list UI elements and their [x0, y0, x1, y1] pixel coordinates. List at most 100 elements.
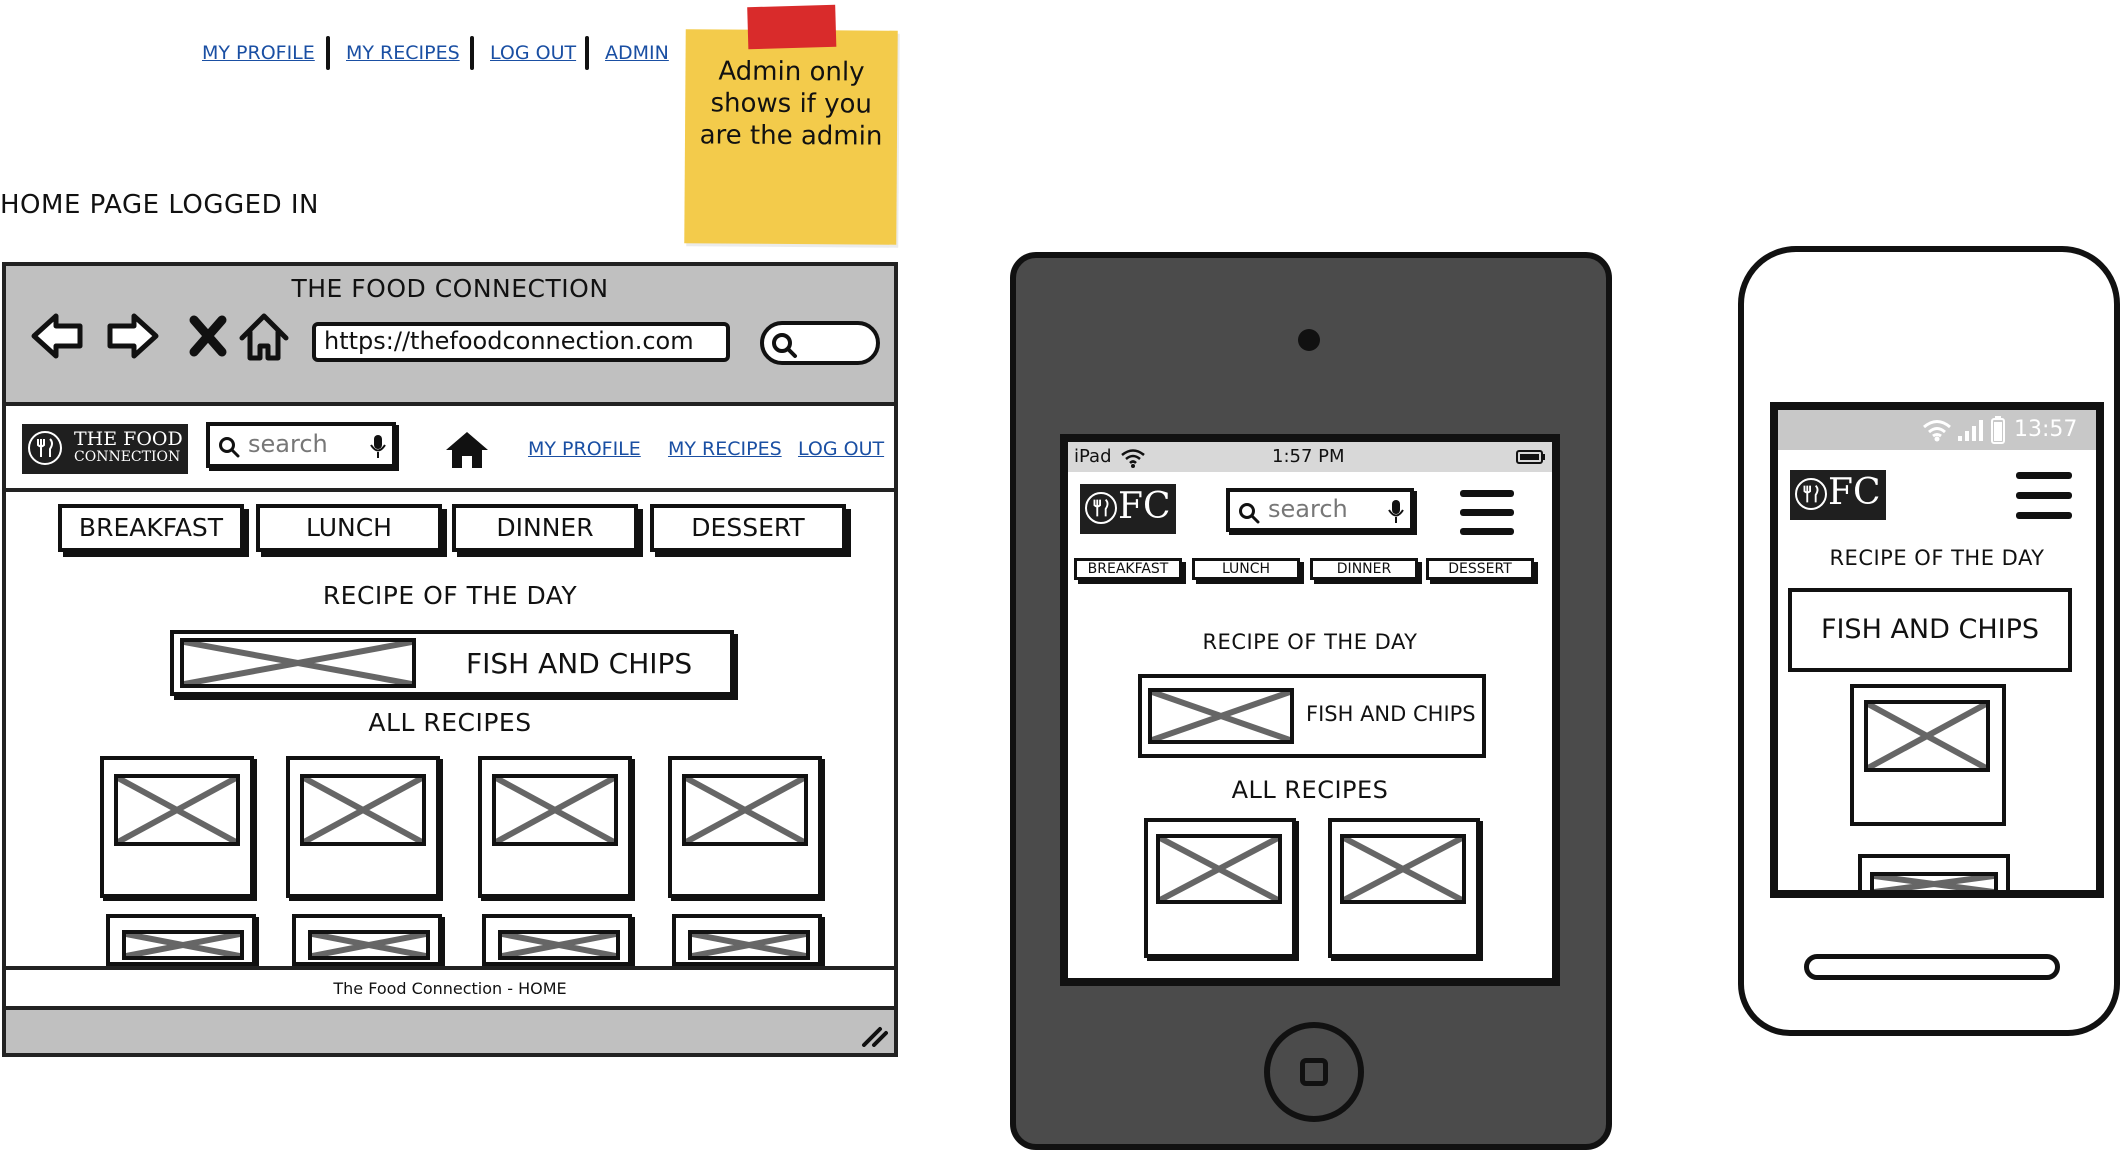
page-label: HOME PAGE LOGGED IN	[0, 190, 319, 220]
site-logo[interactable]: THE FOOD CONNECTION	[22, 424, 188, 474]
recipe-of-the-day-title: RECIPE OF THE DAY	[1829, 546, 2045, 570]
site-footer: The Food Connection - HOME	[6, 966, 894, 1010]
header-link-my-profile[interactable]: MY PROFILE	[528, 438, 641, 460]
recipe-card-partial[interactable]	[672, 914, 822, 966]
logo-line-2: CONNECTION	[74, 449, 181, 465]
featured-recipe-card[interactable]: FISH AND CHIPS	[1138, 674, 1486, 758]
annotation-nav: MY PROFILE MY RECIPES LOG OUT ADMIN	[0, 36, 680, 70]
logo-text: FC	[1828, 472, 1881, 513]
battery-icon	[1991, 416, 2005, 444]
cutlery-logo-icon	[1085, 492, 1117, 524]
image-placeholder	[492, 774, 618, 846]
ipad-device: iPad 1:57 PM FC search BREAKFAST LUNCH D…	[1010, 252, 1612, 1150]
search-icon	[772, 333, 797, 358]
search-icon	[219, 437, 240, 458]
header-link-my-recipes[interactable]: MY RECIPES	[668, 438, 782, 460]
all-recipes-title: ALL RECIPES	[1231, 776, 1389, 804]
recipe-card[interactable]	[1850, 684, 2006, 826]
battery-icon	[1516, 450, 1545, 464]
home-icon[interactable]	[234, 306, 294, 366]
category-dessert-button[interactable]: DESSERT	[650, 504, 846, 552]
hamburger-menu-icon[interactable]	[1460, 490, 1514, 536]
image-placeholder	[1156, 834, 1282, 904]
browser-search-field[interactable]	[760, 321, 880, 365]
ipad-screen: iPad 1:57 PM FC search BREAKFAST LUNCH D…	[1060, 434, 1560, 986]
recipe-card[interactable]	[478, 756, 632, 898]
annotation-nav-my-recipes[interactable]: MY RECIPES	[346, 36, 460, 70]
category-lunch-button[interactable]: LUNCH	[256, 504, 442, 552]
recipe-card-partial[interactable]	[292, 914, 442, 966]
category-dinner-button[interactable]: DINNER	[452, 504, 638, 552]
recipe-of-the-day-title: RECIPE OF THE DAY	[322, 581, 578, 610]
featured-recipe-name: FISH AND CHIPS	[466, 647, 693, 680]
desktop-browser-window: THE FOOD CONNECTION https://thefoodconne…	[2, 262, 898, 1057]
forward-arrow-icon[interactable]	[102, 306, 162, 366]
microphone-icon[interactable]	[370, 434, 386, 460]
phone-speaker-bar	[1804, 954, 2060, 980]
search-icon	[1239, 503, 1260, 524]
recipe-card[interactable]	[100, 756, 254, 898]
site-header: THE FOOD CONNECTION search MY PROFILE MY…	[6, 410, 894, 492]
category-lunch-button[interactable]: LUNCH	[1192, 558, 1300, 580]
search-placeholder: search	[248, 430, 328, 458]
all-recipes-title: ALL RECIPES	[368, 708, 532, 737]
image-placeholder	[1340, 834, 1466, 904]
search-placeholder: search	[1268, 495, 1348, 523]
search-input[interactable]: search	[206, 422, 396, 468]
image-placeholder	[1870, 872, 1998, 890]
recipe-card-partial[interactable]	[106, 914, 256, 966]
recipe-of-the-day-title: RECIPE OF THE DAY	[1202, 630, 1418, 654]
featured-recipe-card[interactable]: FISH AND CHIPS	[170, 630, 734, 696]
image-placeholder	[1148, 688, 1294, 744]
phone-screen: 13:57 FC RECIPE OF THE DAY FISH AND CHIP…	[1770, 402, 2104, 898]
site-logo[interactable]: FC	[1080, 484, 1176, 534]
annotation-nav-log-out[interactable]: LOG OUT	[490, 36, 576, 70]
microphone-icon[interactable]	[1388, 499, 1404, 525]
status-time: 13:57	[2014, 417, 2078, 442]
ipad-status-bar: iPad 1:57 PM	[1068, 442, 1552, 472]
annotation-nav-my-profile[interactable]: MY PROFILE	[202, 36, 315, 70]
nav-separator	[585, 36, 589, 70]
sticky-note: Admin only shows if you are the admin	[684, 4, 898, 245]
ipad-home-button[interactable]	[1264, 1022, 1364, 1122]
phone-device: 13:57 FC RECIPE OF THE DAY FISH AND CHIP…	[1738, 246, 2120, 1036]
hamburger-menu-icon[interactable]	[2016, 472, 2072, 520]
browser-status-bar	[6, 1010, 894, 1053]
sticky-note-text: Admin only shows if you are the admin	[699, 56, 883, 152]
recipe-card[interactable]	[1144, 818, 1296, 958]
image-placeholder	[688, 930, 810, 960]
site-logo[interactable]: FC	[1790, 470, 1886, 520]
category-breakfast-button[interactable]: BREAKFAST	[58, 504, 244, 552]
nav-separator	[326, 36, 330, 70]
camera-icon	[1298, 329, 1320, 351]
image-placeholder	[308, 930, 430, 960]
header-link-log-out[interactable]: LOG OUT	[798, 438, 884, 460]
image-placeholder	[498, 930, 620, 960]
home-icon[interactable]	[444, 430, 490, 470]
recipe-card[interactable]	[668, 756, 822, 898]
image-placeholder	[180, 638, 416, 688]
image-placeholder	[114, 774, 240, 846]
url-bar[interactable]: https://thefoodconnection.com	[312, 322, 730, 362]
nav-separator	[470, 36, 474, 70]
category-dinner-button[interactable]: DINNER	[1310, 558, 1418, 580]
resize-grip-icon[interactable]	[856, 1023, 888, 1047]
featured-recipe-card[interactable]: FISH AND CHIPS	[1788, 588, 2072, 672]
signal-icon	[1958, 420, 1983, 441]
footer-text: The Food Connection - HOME	[333, 979, 567, 998]
featured-recipe-name: FISH AND CHIPS	[1820, 614, 2040, 645]
category-breakfast-button[interactable]: BREAKFAST	[1074, 558, 1182, 580]
category-dessert-button[interactable]: DESSERT	[1426, 558, 1534, 580]
recipe-card-partial[interactable]	[1858, 854, 2010, 890]
annotation-nav-admin[interactable]: ADMIN	[605, 36, 669, 70]
recipe-card[interactable]	[1328, 818, 1480, 958]
back-arrow-icon[interactable]	[28, 306, 88, 366]
recipe-card-partial[interactable]	[482, 914, 632, 966]
image-placeholder	[122, 930, 244, 960]
image-placeholder	[1864, 700, 1990, 772]
window-title: THE FOOD CONNECTION	[291, 274, 609, 303]
stop-x-icon[interactable]	[178, 306, 238, 366]
search-input[interactable]: search	[1226, 488, 1414, 532]
recipe-card[interactable]	[286, 756, 440, 898]
image-placeholder	[300, 774, 426, 846]
